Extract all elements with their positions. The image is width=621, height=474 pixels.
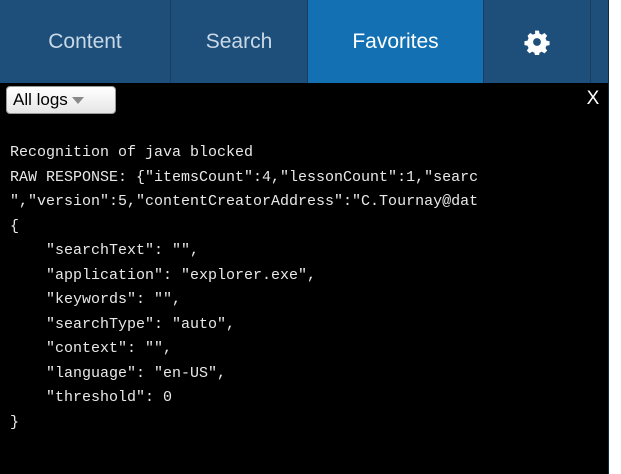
- log-line: RAW RESPONSE: {"itemsCount":4,"lessonCou…: [10, 168, 479, 186]
- gear-icon: [524, 30, 550, 55]
- chevron-down-icon: [71, 96, 84, 104]
- log-line: "threshold": 0: [10, 389, 173, 406]
- tab-favorites[interactable]: Favorites: [308, 0, 484, 83]
- close-button[interactable]: X: [582, 86, 604, 112]
- tab-search[interactable]: Search: [171, 0, 308, 83]
- log-line: "searchText": "",: [10, 242, 200, 259]
- log-line: {: [10, 217, 20, 235]
- app-frame: Content Search Favorites All logs X Reco…: [0, 0, 621, 474]
- log-line: "application": "explorer.exe",: [10, 266, 317, 284]
- log-line: "context": "",: [10, 340, 173, 357]
- tab-content[interactable]: Content: [0, 0, 171, 83]
- log-filter-value: All logs: [13, 90, 68, 109]
- log-line: ","version":5,"contentCreatorAddress":"C…: [10, 193, 479, 210]
- log-line: Recognition of java blocked: [10, 144, 254, 161]
- log-output: Recognition of java blocked RAW RESPONSE…: [10, 141, 604, 474]
- tab-settings[interactable]: [484, 0, 591, 83]
- log-line: "searchType": "auto",: [10, 315, 236, 333]
- tab-bar-overflow: [591, 0, 608, 83]
- log-line: "keywords": "",: [10, 291, 182, 308]
- log-line: "language": "en-US",: [10, 364, 227, 382]
- log-panel: Content Search Favorites All logs X Reco…: [0, 0, 609, 474]
- tab-bar: Content Search Favorites: [0, 0, 608, 83]
- log-filter-dropdown[interactable]: All logs: [6, 86, 116, 114]
- log-line: }: [10, 413, 20, 431]
